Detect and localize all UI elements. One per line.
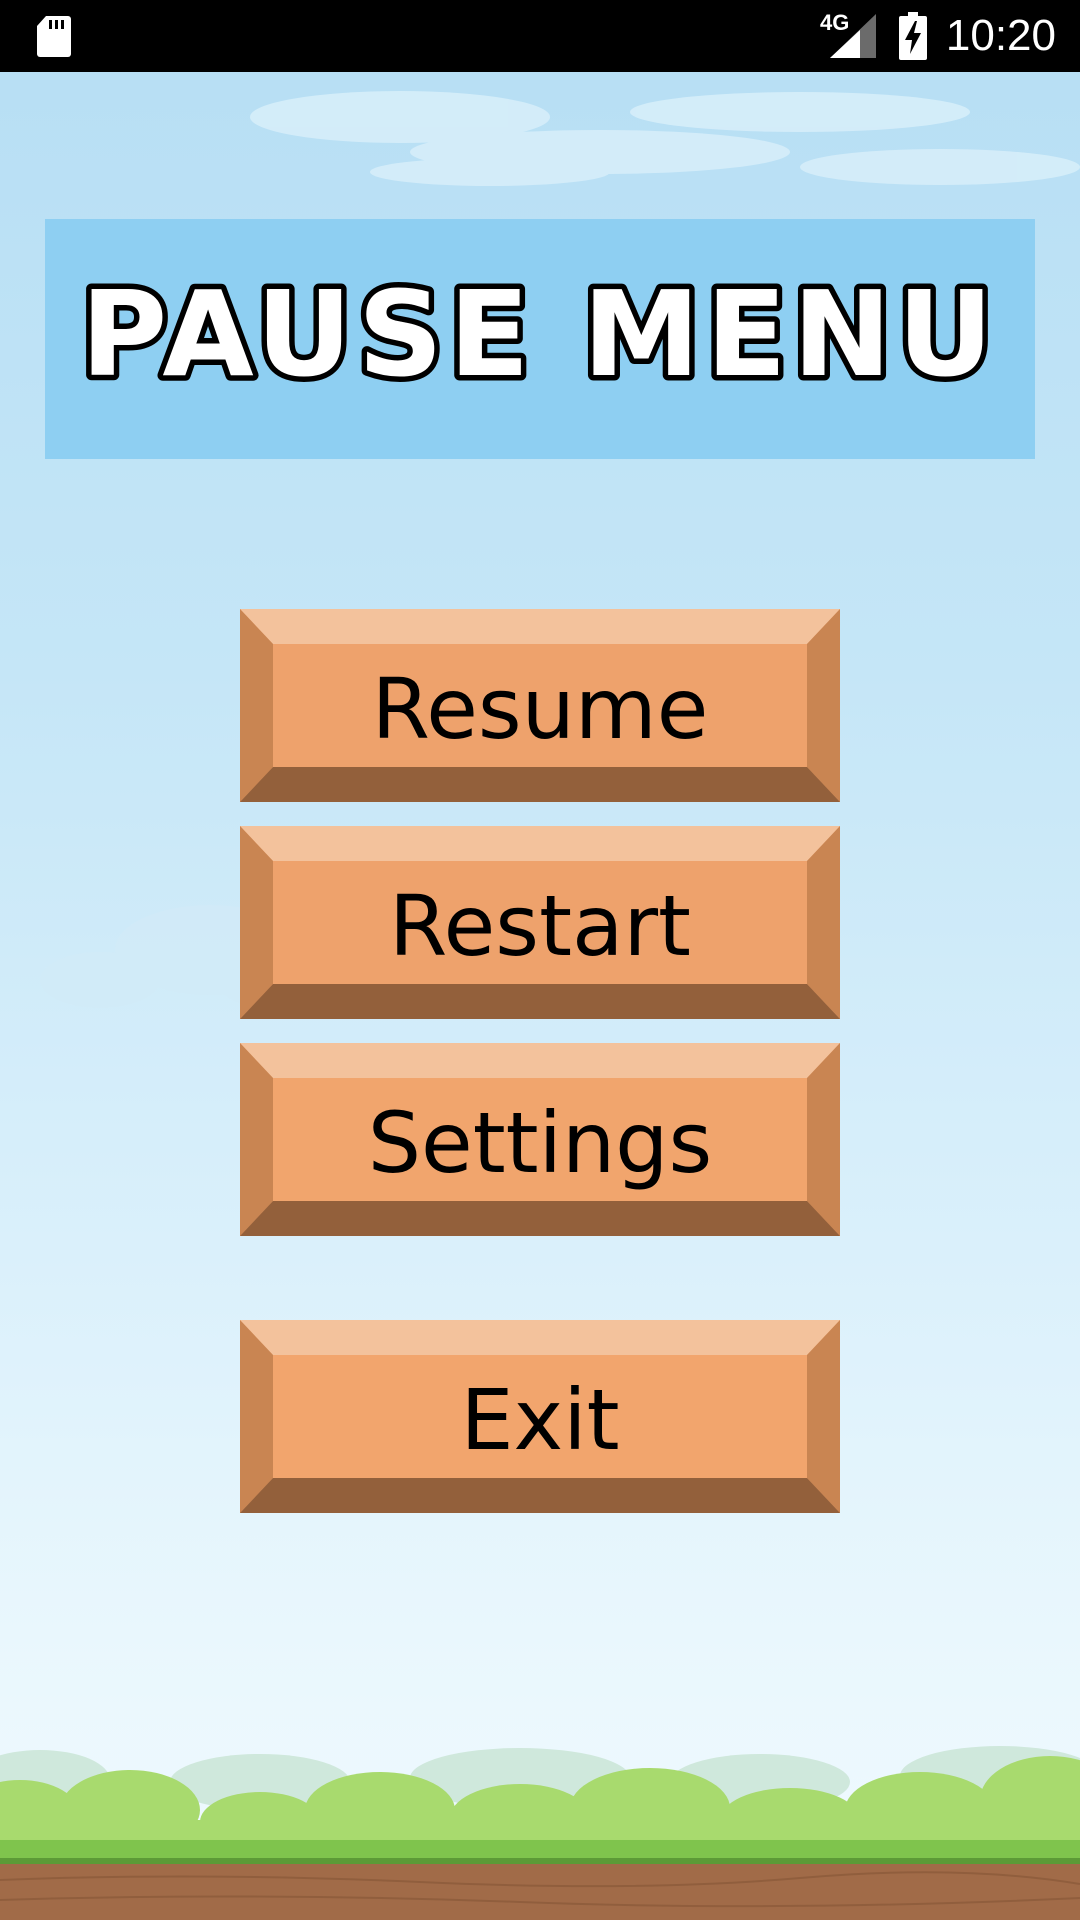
ground-grass-decoration	[0, 1746, 1080, 1920]
title-banner: PAUSE MENU	[45, 219, 1035, 459]
exit-button[interactable]: Exit	[240, 1320, 840, 1513]
cloud-decoration	[250, 91, 1080, 186]
resume-label: Resume	[371, 660, 709, 758]
battery-charging-icon	[899, 12, 927, 60]
settings-label: Settings	[367, 1094, 713, 1192]
restart-label: Restart	[389, 877, 691, 975]
svg-text:PAUSE MENU: PAUSE MENU	[81, 265, 999, 403]
restart-button[interactable]: Restart	[240, 826, 840, 1019]
settings-button[interactable]: Settings	[240, 1043, 840, 1236]
pause-menu-title: PAUSE MENU	[75, 260, 999, 409]
clock: 10:20	[945, 11, 1056, 60]
game-screen: 4G 10:20 PAUSE MENU Resume Restart Setti…	[0, 0, 1080, 1920]
sd-card-icon	[37, 16, 71, 57]
status-bar: 4G 10:20	[0, 0, 1080, 72]
resume-button[interactable]: Resume	[240, 609, 840, 802]
signal-icon	[830, 14, 876, 58]
exit-label: Exit	[460, 1371, 620, 1469]
